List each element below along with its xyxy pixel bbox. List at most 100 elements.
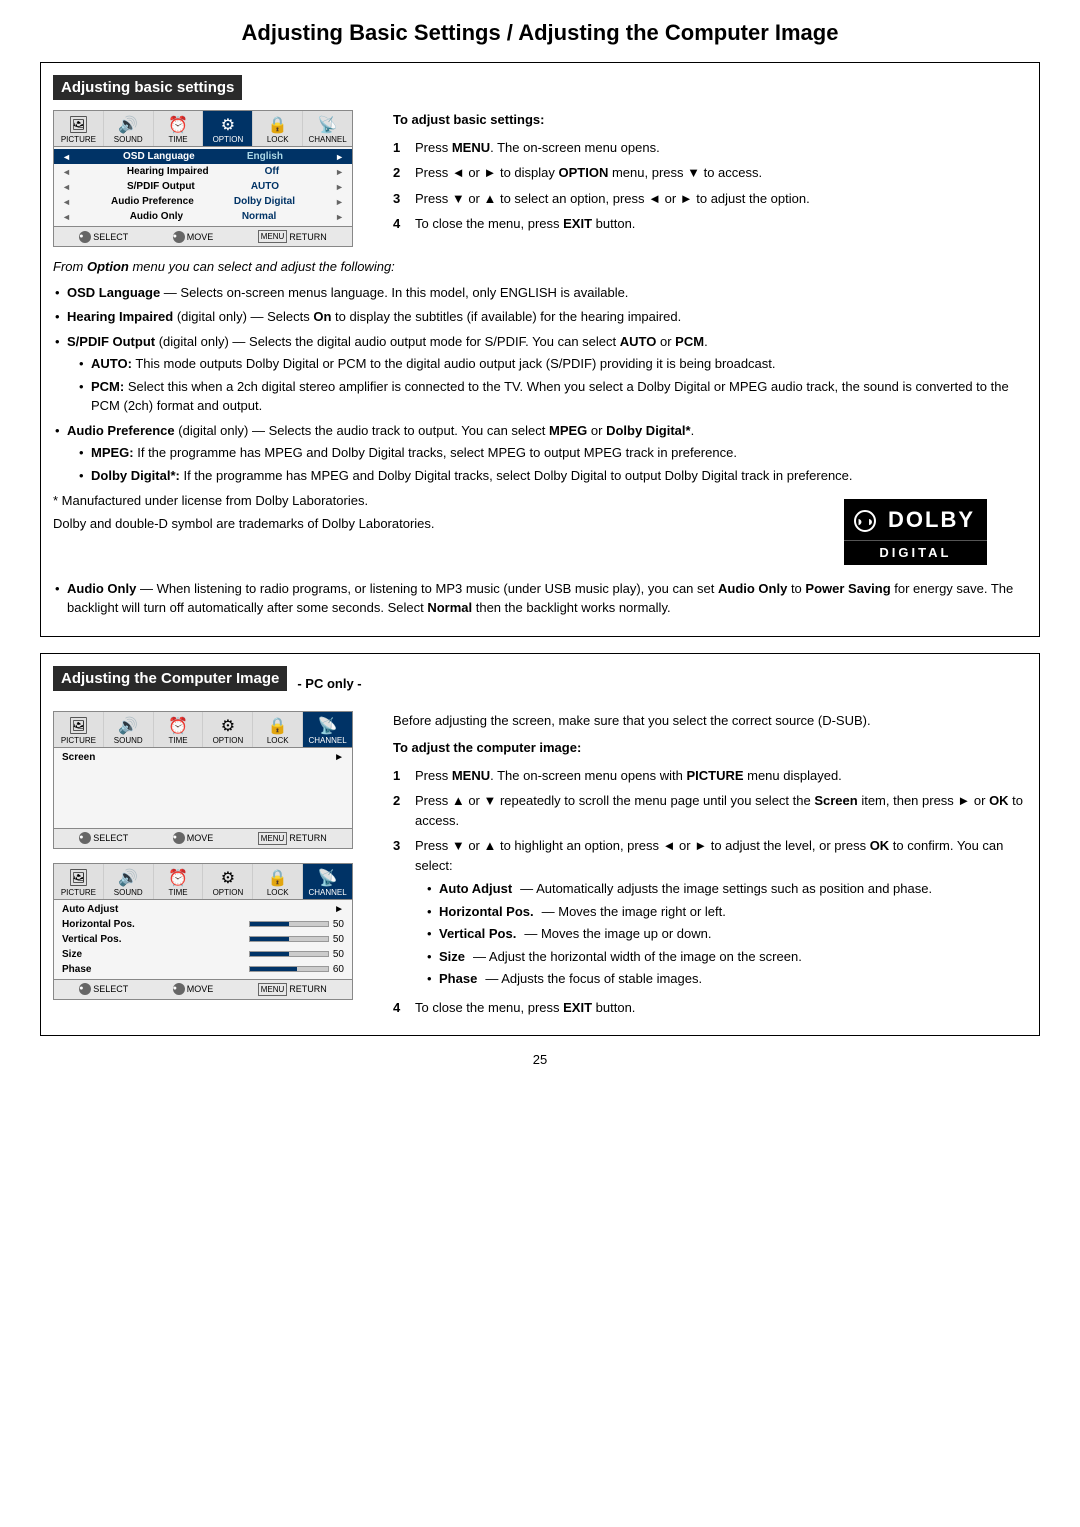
dolby-dd-icon: ◗◗: [854, 510, 876, 532]
tv-menu2-rows: Auto Adjust ► Horizontal Pos. 50 Vertica…: [54, 900, 352, 979]
tv-menu-footer: ● SELECT ● MOVE MENU RETURN: [54, 226, 352, 246]
menu1-option-icon: ⚙ OPTION: [203, 712, 253, 747]
basic-settings-header: Adjusting basic settings: [53, 75, 242, 100]
menu-icon-option: ⚙ OPTION: [203, 111, 253, 146]
menu1-time-icon: ⏰ TIME: [154, 712, 204, 747]
menu2-channel-icon: 📡 CHANNEL: [303, 864, 352, 899]
computer-step-1: 1 Press MENU. The on-screen menu opens w…: [393, 766, 1027, 786]
bullet-spdif: S/PDIF Output (digital only) — Selects t…: [53, 332, 1027, 416]
dolby-digital-label: DIGITAL: [844, 540, 987, 565]
adjusting-computer-section: Adjusting the Computer Image - PC only -…: [40, 653, 1040, 1037]
tv-menu2-icons: 🖼 PICTURE 🔊 SOUND ⏰ TIME ⚙ OPTION: [54, 864, 352, 900]
basic-step-3: 3 Press ▼ or ▲ to select an option, pres…: [393, 189, 1027, 209]
menu-btn-1: MENU: [258, 832, 288, 845]
menu2-lock-icon: 🔒 LOCK: [253, 864, 303, 899]
dolby-logo-area: ◗◗ DOLBY DIGITAL: [844, 499, 987, 565]
select-btn-2: ●: [79, 983, 91, 995]
spdif-auto: AUTO: This mode outputs Dolby Digital or…: [77, 354, 1027, 374]
picture-label: PICTURE: [56, 135, 101, 144]
basic-steps-list: 1 Press MENU. The on-screen menu opens. …: [393, 138, 1027, 234]
tv-menu-rows: ◄ OSD Language English ► ◄ Hearing Impai…: [54, 147, 352, 226]
menu-row-hearing: ◄ Hearing Impaired Off ►: [54, 164, 352, 179]
dolby-text: DOLBY: [888, 507, 975, 532]
menu-icon-picture: 🖼 PICTURE: [54, 111, 104, 146]
menu2-row-size: Size 50: [54, 947, 352, 962]
hpos-bar: [250, 922, 289, 926]
page-number: 25: [40, 1052, 1040, 1067]
from-option-text: From Option menu you can select and adju…: [53, 257, 1027, 618]
page-title: Adjusting Basic Settings / Adjusting the…: [40, 20, 1040, 46]
bullet-audio-pref: Audio Preference (digital only) — Select…: [53, 421, 1027, 486]
time-label: TIME: [156, 135, 201, 144]
computer-step-3: 3 Press ▼ or ▲ to highlight an option, p…: [393, 836, 1027, 992]
menu1-row-screen: Screen ►: [54, 750, 352, 765]
menu2-option-icon: ⚙ OPTION: [203, 864, 253, 899]
size-bar: [250, 952, 289, 956]
tv-menu1-footer: ● SELECT ● MOVE MENU RETURN: [54, 828, 352, 848]
menu-btn-icon: MENU: [258, 230, 288, 243]
menu-icon-sound: 🔊 SOUND: [104, 111, 154, 146]
menu1-channel-icon: 📡 CHANNEL: [303, 712, 352, 747]
basic-settings-left: 🖼 PICTURE 🔊 SOUND ⏰ TIME ⚙ OPTION: [53, 110, 373, 247]
option-icon: ⚙: [205, 115, 250, 135]
sound-label: SOUND: [106, 135, 151, 144]
computer-content: 🖼 PICTURE 🔊 SOUND ⏰ TIME ⚙ OPTION: [53, 711, 1027, 1024]
dolby-area: * Manufactured under license from Dolby …: [53, 491, 1027, 573]
basic-step-title: To adjust basic settings:: [393, 110, 1027, 130]
spdif-pcm: PCM: Select this when a 2ch digital ster…: [77, 377, 1027, 416]
audio-pref-sub-list: MPEG: If the programme has MPEG and Dolb…: [77, 443, 1027, 485]
menu-icon-time: ⏰ TIME: [154, 111, 204, 146]
pc-only-label: - PC only -: [297, 676, 361, 691]
lock-icon: 🔒: [255, 115, 300, 135]
computer-step-4: 4 To close the menu, press EXIT button.: [393, 998, 1027, 1018]
menu-btn-2: MENU: [258, 983, 288, 996]
computer-sub-list: Auto Adjust — Automatically adjusts the …: [425, 879, 1027, 989]
bullet-hearing: Hearing Impaired (digital only) — Select…: [53, 307, 1027, 327]
channel-label: CHANNEL: [305, 135, 350, 144]
computer-left: 🖼 PICTURE 🔊 SOUND ⏰ TIME ⚙ OPTION: [53, 711, 373, 1024]
audio-dolby: Dolby Digital*: If the programme has MPE…: [77, 466, 1027, 486]
computer-section-header-row: Adjusting the Computer Image - PC only -: [53, 666, 1027, 701]
move-btn-2: ●: [173, 983, 185, 995]
vpos-bar: [250, 937, 289, 941]
sub-size: Size — Adjust the horizontal width of th…: [425, 947, 1027, 967]
menu-row-audio-pref: ◄ Audio Preference Dolby Digital ►: [54, 194, 352, 209]
computer-intro: Before adjusting the screen, make sure t…: [393, 711, 1027, 731]
basic-step-1: 1 Press MENU. The on-screen menu opens.: [393, 138, 1027, 158]
menu-row-audio-only: ◄ Audio Only Normal ►: [54, 209, 352, 224]
menu2-row-hpos: Horizontal Pos. 50: [54, 917, 352, 932]
menu-row-spdif: ◄ S/PDIF Output AUTO ►: [54, 179, 352, 194]
sub-auto-adjust: Auto Adjust — Automatically adjusts the …: [425, 879, 1027, 899]
basic-step-2: 2 Press ◄ or ► to display OPTION menu, p…: [393, 163, 1027, 183]
menu2-sound-icon: 🔊 SOUND: [104, 864, 154, 899]
computer-section-header: Adjusting the Computer Image: [53, 666, 287, 691]
sub-phase: Phase — Adjusts the focus of stable imag…: [425, 969, 1027, 989]
tv-menu-icons: 🖼 PICTURE 🔊 SOUND ⏰ TIME ⚙ OPTION: [54, 111, 352, 147]
picture-icon: 🖼: [56, 115, 101, 135]
phase-bar: [250, 967, 297, 971]
menu1-picture-icon: 🖼 PICTURE: [54, 712, 104, 747]
select-btn-1: ●: [79, 832, 91, 844]
sub-vpos: Vertical Pos. — Moves the image up or do…: [425, 924, 1027, 944]
menu2-row-phase: Phase 60: [54, 962, 352, 977]
move-btn-1: ●: [173, 832, 185, 844]
tv-menu1-rows: Screen ►: [54, 748, 352, 828]
tv-menu-computer-2: 🖼 PICTURE 🔊 SOUND ⏰ TIME ⚙ OPTION: [53, 863, 353, 1000]
menu2-time-icon: ⏰ TIME: [154, 864, 204, 899]
menu2-row-vpos: Vertical Pos. 50: [54, 932, 352, 947]
computer-right: Before adjusting the screen, make sure t…: [393, 711, 1027, 1024]
menu-row-osd: ◄ OSD Language English ►: [54, 149, 352, 164]
tv-menu-computer-1: 🖼 PICTURE 🔊 SOUND ⏰ TIME ⚙ OPTION: [53, 711, 353, 849]
menu-icon-lock: 🔒 LOCK: [253, 111, 303, 146]
tv-menu2-footer: ● SELECT ● MOVE MENU RETURN: [54, 979, 352, 999]
computer-step-title: To adjust the computer image:: [393, 738, 1027, 758]
audio-mpeg: MPEG: If the programme has MPEG and Dolb…: [77, 443, 1027, 463]
audio-only-bullet: Audio Only — When listening to radio pro…: [53, 579, 1027, 618]
basic-settings-content: 🖼 PICTURE 🔊 SOUND ⏰ TIME ⚙ OPTION: [53, 110, 1027, 247]
tv-menu1-icons: 🖼 PICTURE 🔊 SOUND ⏰ TIME ⚙ OPTION: [54, 712, 352, 748]
move-btn-icon: ●: [173, 231, 185, 243]
computer-steps-list: 1 Press MENU. The on-screen menu opens w…: [393, 766, 1027, 1018]
menu1-lock-icon: 🔒 LOCK: [253, 712, 303, 747]
channel-icon: 📡: [305, 115, 350, 135]
menu2-row-auto: Auto Adjust ►: [54, 902, 352, 917]
